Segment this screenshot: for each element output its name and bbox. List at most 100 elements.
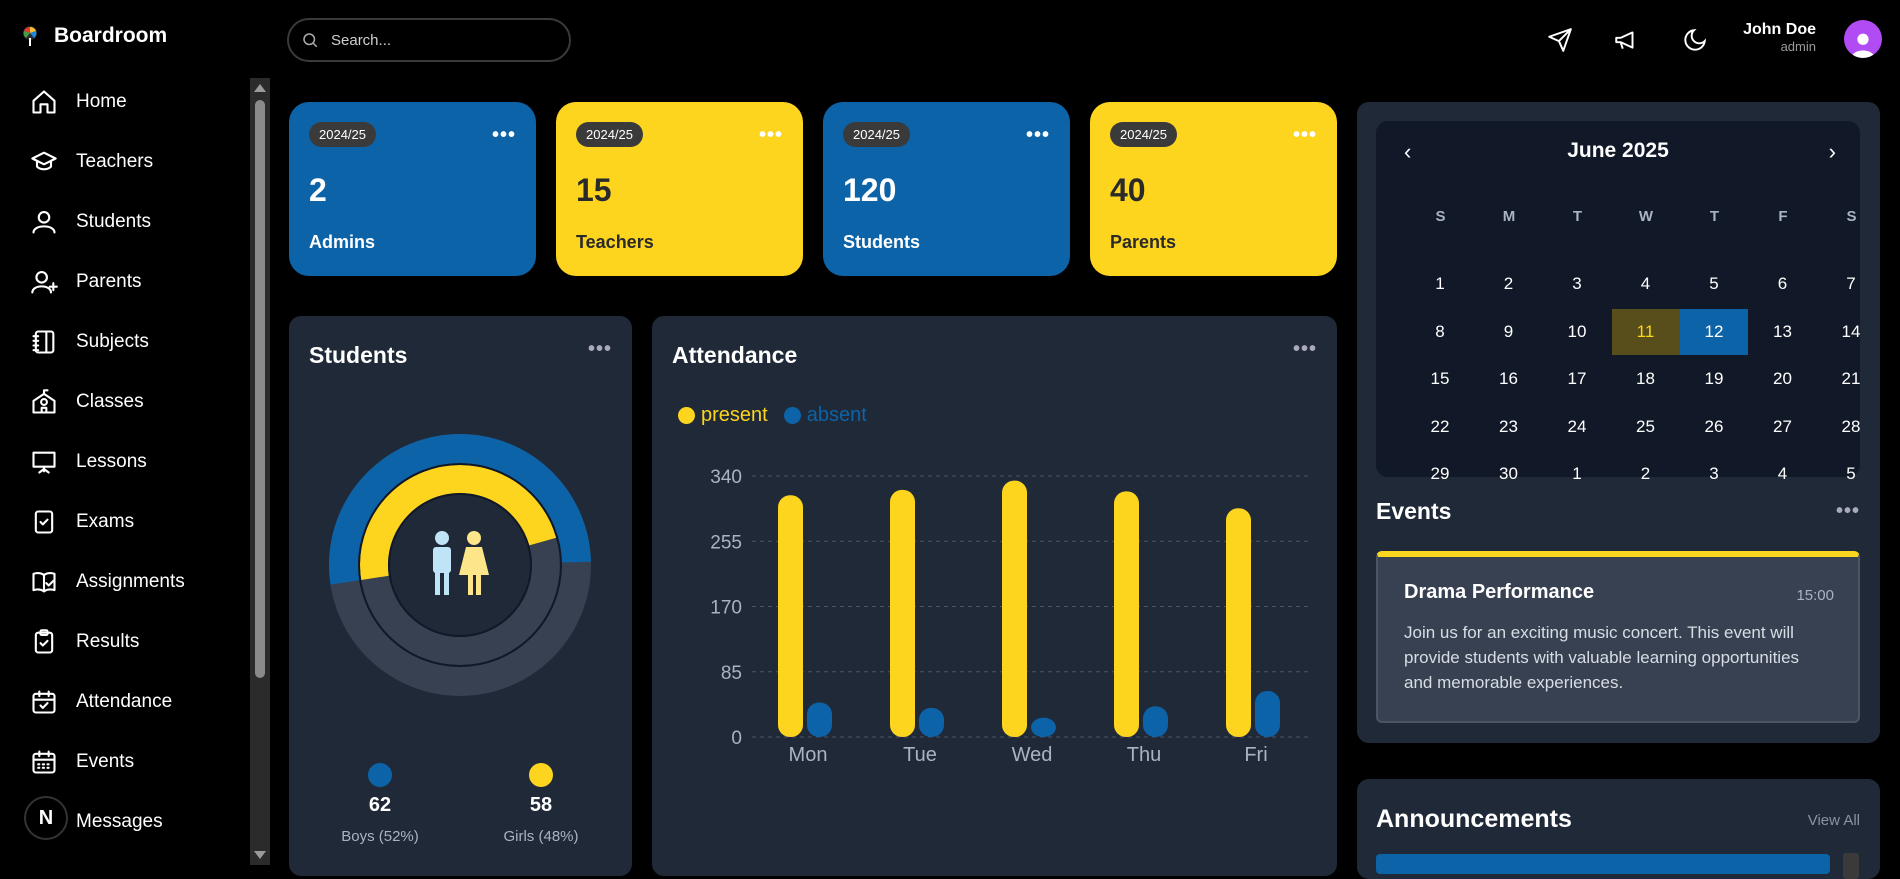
- sidebar-item-home[interactable]: Home: [30, 88, 127, 116]
- calendar-next-button[interactable]: ›: [1829, 139, 1836, 165]
- logo[interactable]: Boardroom: [18, 24, 167, 48]
- bar-absent-fri[interactable]: [1255, 690, 1280, 737]
- send-icon[interactable]: [1547, 27, 1573, 53]
- sidebar-item-students[interactable]: Students: [30, 208, 151, 236]
- sidebar-item-attendance[interactable]: Attendance: [30, 688, 172, 716]
- calendar-day[interactable]: 6: [1749, 261, 1817, 307]
- sidebar-item-lessons[interactable]: Lessons: [30, 448, 147, 476]
- calendar-day[interactable]: 29: [1406, 451, 1474, 497]
- legend-absent-label[interactable]: absent: [807, 404, 867, 427]
- calendar-day[interactable]: 4: [1749, 451, 1817, 497]
- scroll-down-arrow-icon[interactable]: [254, 851, 266, 859]
- view-all-link[interactable]: View All: [1808, 812, 1860, 829]
- calendar-day[interactable]: 12: [1680, 308, 1748, 355]
- legend-present-label[interactable]: present: [701, 404, 768, 427]
- stat-card-teachers[interactable]: 2024/25 ••• 15 Teachers: [556, 102, 803, 276]
- stat-card-menu-button[interactable]: •••: [492, 124, 516, 147]
- calendar-day[interactable]: 30: [1475, 451, 1543, 497]
- calendar-day[interactable]: 5: [1680, 261, 1748, 307]
- sidebar-item-results[interactable]: Results: [30, 628, 139, 656]
- calendar-day[interactable]: 5: [1817, 451, 1885, 497]
- bar-present-fri[interactable]: [1226, 508, 1251, 737]
- sidebar-item-classes[interactable]: Classes: [30, 388, 144, 416]
- next-badge[interactable]: N: [24, 796, 68, 840]
- announcements-panel: Announcements View All: [1357, 779, 1880, 879]
- x-tick-label: Tue: [903, 744, 937, 766]
- calendar-title: June 2025: [1567, 139, 1669, 162]
- calendar-day[interactable]: 2: [1612, 451, 1680, 497]
- bar-absent-mon[interactable]: [807, 702, 832, 737]
- bar-present-tue[interactable]: [890, 489, 915, 737]
- calendar-day[interactable]: 8: [1406, 309, 1474, 355]
- calendar-day[interactable]: 21: [1817, 356, 1885, 402]
- calendar-day[interactable]: 17: [1543, 356, 1611, 402]
- calendar-check-icon: [32, 690, 56, 714]
- stat-card-menu-button[interactable]: •••: [759, 124, 783, 147]
- calendar-day[interactable]: 26: [1680, 404, 1748, 450]
- calendar-day[interactable]: 3: [1680, 451, 1748, 497]
- stat-card-admins[interactable]: 2024/25 ••• 2 Admins: [289, 102, 536, 276]
- calendar-day[interactable]: 2: [1475, 261, 1543, 307]
- calendar-day[interactable]: 16: [1475, 356, 1543, 402]
- calendar-day[interactable]: 19: [1680, 356, 1748, 402]
- calendar-day[interactable]: 9: [1475, 309, 1543, 355]
- calendar-day[interactable]: 20: [1749, 356, 1817, 402]
- calendar-weekday: T: [1572, 208, 1583, 225]
- sidebar-item-events[interactable]: Events: [30, 748, 134, 776]
- sidebar-item-parents[interactable]: Parents: [30, 268, 141, 296]
- announcement-item[interactable]: [1376, 854, 1830, 874]
- megaphone-icon[interactable]: [1613, 27, 1639, 53]
- y-tick-label: 170: [710, 598, 742, 619]
- calendar-weekday: W: [1638, 208, 1654, 225]
- app-title: Boardroom: [54, 24, 168, 47]
- calendar-day[interactable]: 15: [1406, 356, 1474, 402]
- stat-card-menu-button[interactable]: •••: [1026, 124, 1050, 147]
- calendar-day[interactable]: 13: [1749, 309, 1817, 355]
- calendar-day[interactable]: 1: [1543, 451, 1611, 497]
- sidebar-item-teachers[interactable]: Teachers: [30, 148, 153, 176]
- attendance-panel-menu-button[interactable]: •••: [1293, 338, 1317, 361]
- event-card[interactable]: Drama Performance 15:00 Join us for an e…: [1376, 551, 1860, 723]
- boys-legend-dot: [368, 763, 392, 787]
- calendar-day[interactable]: 22: [1406, 404, 1474, 450]
- bar-absent-tue[interactable]: [919, 707, 944, 737]
- calendar-day[interactable]: 4: [1612, 261, 1680, 307]
- bar-present-wed[interactable]: [1002, 480, 1027, 737]
- calendar-day[interactable]: 18: [1612, 356, 1680, 402]
- sidebar-scrollbar[interactable]: [250, 78, 270, 865]
- calendar-day[interactable]: 7: [1817, 261, 1885, 307]
- calendar-day[interactable]: 28: [1817, 404, 1885, 450]
- sidebar-item-exams[interactable]: Exams: [30, 508, 134, 536]
- stat-card-menu-button[interactable]: •••: [1293, 124, 1317, 147]
- calendar-day[interactable]: 24: [1543, 404, 1611, 450]
- calendar-day[interactable]: 10: [1543, 309, 1611, 355]
- search-input[interactable]: [331, 31, 551, 49]
- bar-present-thu[interactable]: [1114, 491, 1139, 737]
- calendar-day[interactable]: 25: [1612, 404, 1680, 450]
- bar-absent-thu[interactable]: [1143, 706, 1168, 737]
- students-panel-menu-button[interactable]: •••: [588, 338, 612, 361]
- bar-present-mon[interactable]: [778, 495, 803, 737]
- sidebar-item-assignments[interactable]: Assignments: [30, 568, 185, 596]
- stat-card-students[interactable]: 2024/25 ••• 120 Students: [823, 102, 1070, 276]
- calendar-day[interactable]: 11: [1611, 308, 1680, 355]
- calendar-day[interactable]: 27: [1749, 404, 1817, 450]
- calendar-day[interactable]: 1: [1406, 261, 1474, 307]
- calendar-day[interactable]: 3: [1543, 261, 1611, 307]
- sidebar-item-subjects[interactable]: Subjects: [30, 328, 149, 356]
- graduation-cap-icon: [31, 151, 57, 171]
- calendar-weekday: S: [1435, 208, 1446, 225]
- avatar[interactable]: [1844, 20, 1882, 58]
- calendar-day[interactable]: 23: [1475, 404, 1543, 450]
- events-menu-button[interactable]: •••: [1836, 500, 1860, 523]
- search-box[interactable]: [287, 18, 571, 62]
- announcements-scrollbar[interactable]: [1843, 853, 1859, 879]
- moon-icon[interactable]: [1682, 27, 1708, 53]
- scroll-thumb[interactable]: [255, 100, 265, 678]
- user-info[interactable]: John Doe admin: [1743, 21, 1816, 54]
- calendar-day[interactable]: 14: [1817, 309, 1885, 355]
- bar-absent-wed[interactable]: [1031, 717, 1056, 737]
- stat-card-parents[interactable]: 2024/25 ••• 40 Parents: [1090, 102, 1337, 276]
- scroll-up-arrow-icon[interactable]: [254, 84, 266, 92]
- x-tick-label: Mon: [789, 744, 828, 766]
